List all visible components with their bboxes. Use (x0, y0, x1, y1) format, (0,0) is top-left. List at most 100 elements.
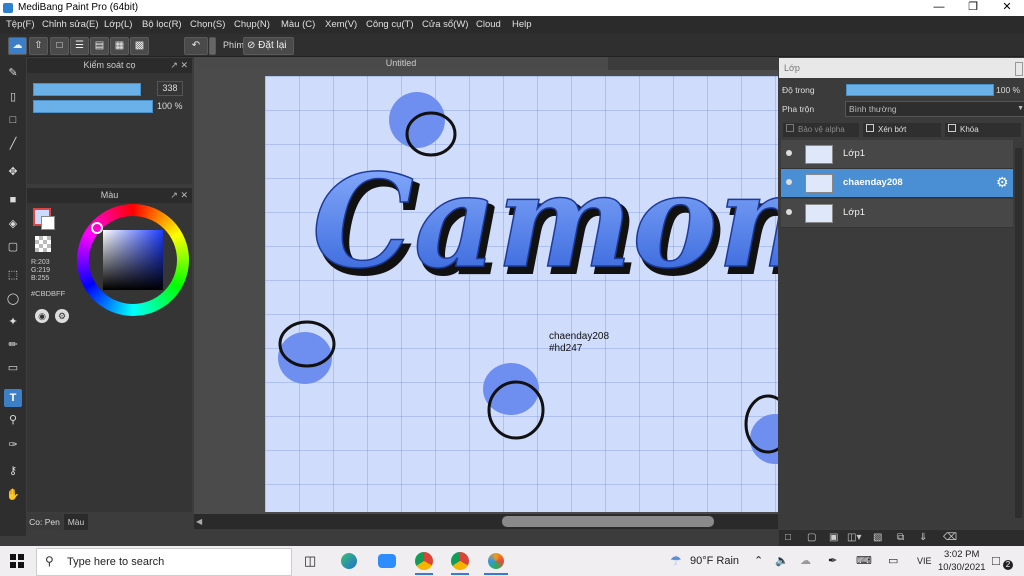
reset-button[interactable]: ⊘ Đặt lại (243, 37, 294, 55)
chevron-up-icon[interactable]: ⌃ (754, 554, 763, 567)
menu-file[interactable]: Tệp(F) (6, 19, 35, 30)
menu-layer[interactable]: Lớp(L) (104, 19, 132, 30)
menu-edit[interactable]: Chỉnh sửa(E) (42, 19, 99, 30)
canvas-tab[interactable]: Untitled (194, 57, 608, 70)
grid-icon[interactable]: ▩ (130, 37, 149, 55)
visibility-icon[interactable] (786, 179, 792, 185)
new-layer-1bit-icon[interactable]: ▣ (829, 532, 838, 543)
visibility-icon[interactable] (786, 150, 792, 156)
weather-text[interactable]: 90°F Rain (690, 555, 739, 567)
lasso-tool-icon[interactable]: ◯ (4, 290, 22, 308)
tab-brush[interactable]: Co: Pen (27, 514, 62, 530)
undo-icon[interactable]: ↶ (184, 37, 208, 55)
menu-select[interactable]: Chọn(S) (190, 19, 225, 30)
new-layer-8bit-icon[interactable]: ▢ (807, 532, 816, 543)
minimize-icon[interactable]: — (922, 0, 956, 16)
keyboard-icon[interactable]: ⌨ (856, 554, 872, 567)
canvas[interactable]: Camon Camon chaenday208 #hd247 (265, 76, 778, 512)
scroll-left-icon[interactable]: ◀ (196, 517, 202, 526)
move-tool-icon[interactable]: ✥ (4, 163, 22, 181)
layer-row[interactable]: Lớp1 (781, 199, 1013, 228)
dropper-tool-icon[interactable]: ✑ (4, 436, 22, 454)
brush-opacity-slider[interactable] (33, 100, 153, 113)
layers-panel-collapse-icon[interactable] (1015, 62, 1023, 76)
magic-wand-icon[interactable]: ✦ (4, 313, 22, 331)
task-view-icon[interactable]: ◫ (304, 553, 316, 569)
color-panel-close-icon[interactable]: ↗ ✕ (170, 188, 188, 203)
horizontal-scrollbar[interactable]: ◀ (194, 514, 778, 529)
onedrive-icon[interactable]: ☁ (800, 554, 811, 567)
layers-scrollbar[interactable] (1015, 148, 1022, 518)
pen-icon[interactable]: ✒ (828, 554, 837, 567)
document-icon[interactable]: ▤ (90, 37, 109, 55)
text-tool-icon[interactable]: T (4, 389, 22, 407)
volume-icon[interactable]: 🔈 (775, 554, 789, 567)
shape-tool-icon[interactable]: □ (4, 111, 22, 129)
menu-color[interactable]: Màu (C) (281, 19, 315, 30)
display-icon[interactable]: ▭ (888, 554, 898, 567)
new-layer-icon[interactable]: □ (785, 532, 791, 543)
duplicate-layer-icon[interactable]: ⧉ (897, 532, 904, 543)
menu-cloud[interactable]: Cloud (476, 19, 501, 30)
blend-mode-select[interactable]: Bình thường ▼ (845, 101, 1024, 117)
menu-help[interactable]: Help (512, 19, 532, 30)
select-pen-icon[interactable]: ✏ (4, 336, 22, 354)
brush-size-value[interactable]: 338 (157, 81, 183, 96)
panels-icon[interactable]: ▦ (110, 37, 129, 55)
notification-icon[interactable]: □ (992, 553, 1000, 568)
chrome-icon[interactable] (451, 552, 469, 570)
brush-size-slider[interactable] (33, 83, 141, 96)
secondary-color-swatch[interactable] (41, 216, 55, 230)
comment-icon[interactable]: □ (50, 37, 69, 55)
layer-row[interactable]: chaenday208 ⚙ (781, 169, 1013, 198)
edge-icon[interactable] (341, 553, 357, 569)
lock-checkbox[interactable]: Khóa (945, 123, 1021, 137)
windows-start-icon[interactable] (10, 554, 24, 568)
hand-tool-icon[interactable]: ✋ (4, 486, 22, 504)
brush-tool-icon[interactable]: ✎ (4, 64, 22, 82)
menu-filter[interactable]: Bộ lọc(R) (142, 19, 182, 30)
clipping-checkbox[interactable]: Xén bớt (863, 123, 941, 137)
select-tool-icon[interactable]: ⬚ (4, 266, 22, 284)
protect-alpha-checkbox[interactable]: Bảo vệ alpha (783, 123, 859, 137)
chrome-icon[interactable] (415, 552, 433, 570)
language-indicator[interactable]: VIE (917, 556, 932, 566)
chat-icon[interactable]: ☰ (70, 37, 89, 55)
clock-date[interactable]: 10/30/2021 (938, 562, 986, 573)
folder-icon[interactable]: ▧ (873, 532, 882, 543)
merge-down-icon[interactable]: ⇓ (919, 532, 927, 543)
operation-tool-icon[interactable]: ⚲ (4, 411, 22, 429)
eyedropper-tool-icon[interactable]: ⚷ (4, 462, 22, 480)
scrollbar-thumb[interactable] (502, 516, 714, 527)
close-icon[interactable]: ✕ (990, 0, 1024, 16)
saturation-square[interactable] (103, 230, 163, 290)
panel-close-icon[interactable]: ↗ ✕ (170, 58, 188, 73)
menu-view[interactable]: Xem(V) (325, 19, 357, 30)
menu-window[interactable]: Cửa sổ(W) (422, 19, 468, 30)
transparent-swatch[interactable] (35, 236, 51, 252)
layer-opacity-slider[interactable] (846, 84, 994, 96)
clock-time[interactable]: 3:02 PM (944, 549, 979, 560)
share-icon[interactable]: ⇧ (29, 37, 48, 55)
taskbar-search-box[interactable]: ⚲ Type here to search (36, 548, 292, 576)
palette-settings-icon[interactable]: ⚙ (55, 309, 69, 323)
eraser-tool-icon[interactable]: ▯ (4, 88, 22, 106)
zoom-icon[interactable] (378, 554, 396, 568)
add-layer-menu-icon[interactable]: ◫▾ (847, 532, 861, 543)
line-tool-icon[interactable]: ╱ (4, 135, 22, 153)
trash-icon[interactable]: ⌫ (943, 532, 957, 543)
maximize-icon[interactable]: ❐ (956, 0, 990, 16)
menu-capture[interactable]: Chụp(N) (234, 19, 270, 30)
gradient-tool-icon[interactable]: ▢ (4, 238, 22, 256)
select-eraser-icon[interactable]: ▭ (4, 359, 22, 377)
menu-tools[interactable]: Công cụ(T) (366, 19, 414, 30)
tab-color[interactable]: Màu (64, 514, 88, 530)
bucket-tool-icon[interactable]: ◈ (4, 215, 22, 233)
fill-rect-tool-icon[interactable]: ■ (4, 191, 22, 209)
layer-row[interactable]: Lớp1 (781, 140, 1013, 169)
medibang-icon[interactable] (488, 553, 504, 569)
palette-icon[interactable]: ◉ (35, 309, 49, 323)
visibility-icon[interactable] (786, 209, 792, 215)
gear-icon[interactable]: ⚙ (996, 174, 1009, 191)
cloud-icon[interactable]: ☁ (8, 37, 27, 55)
